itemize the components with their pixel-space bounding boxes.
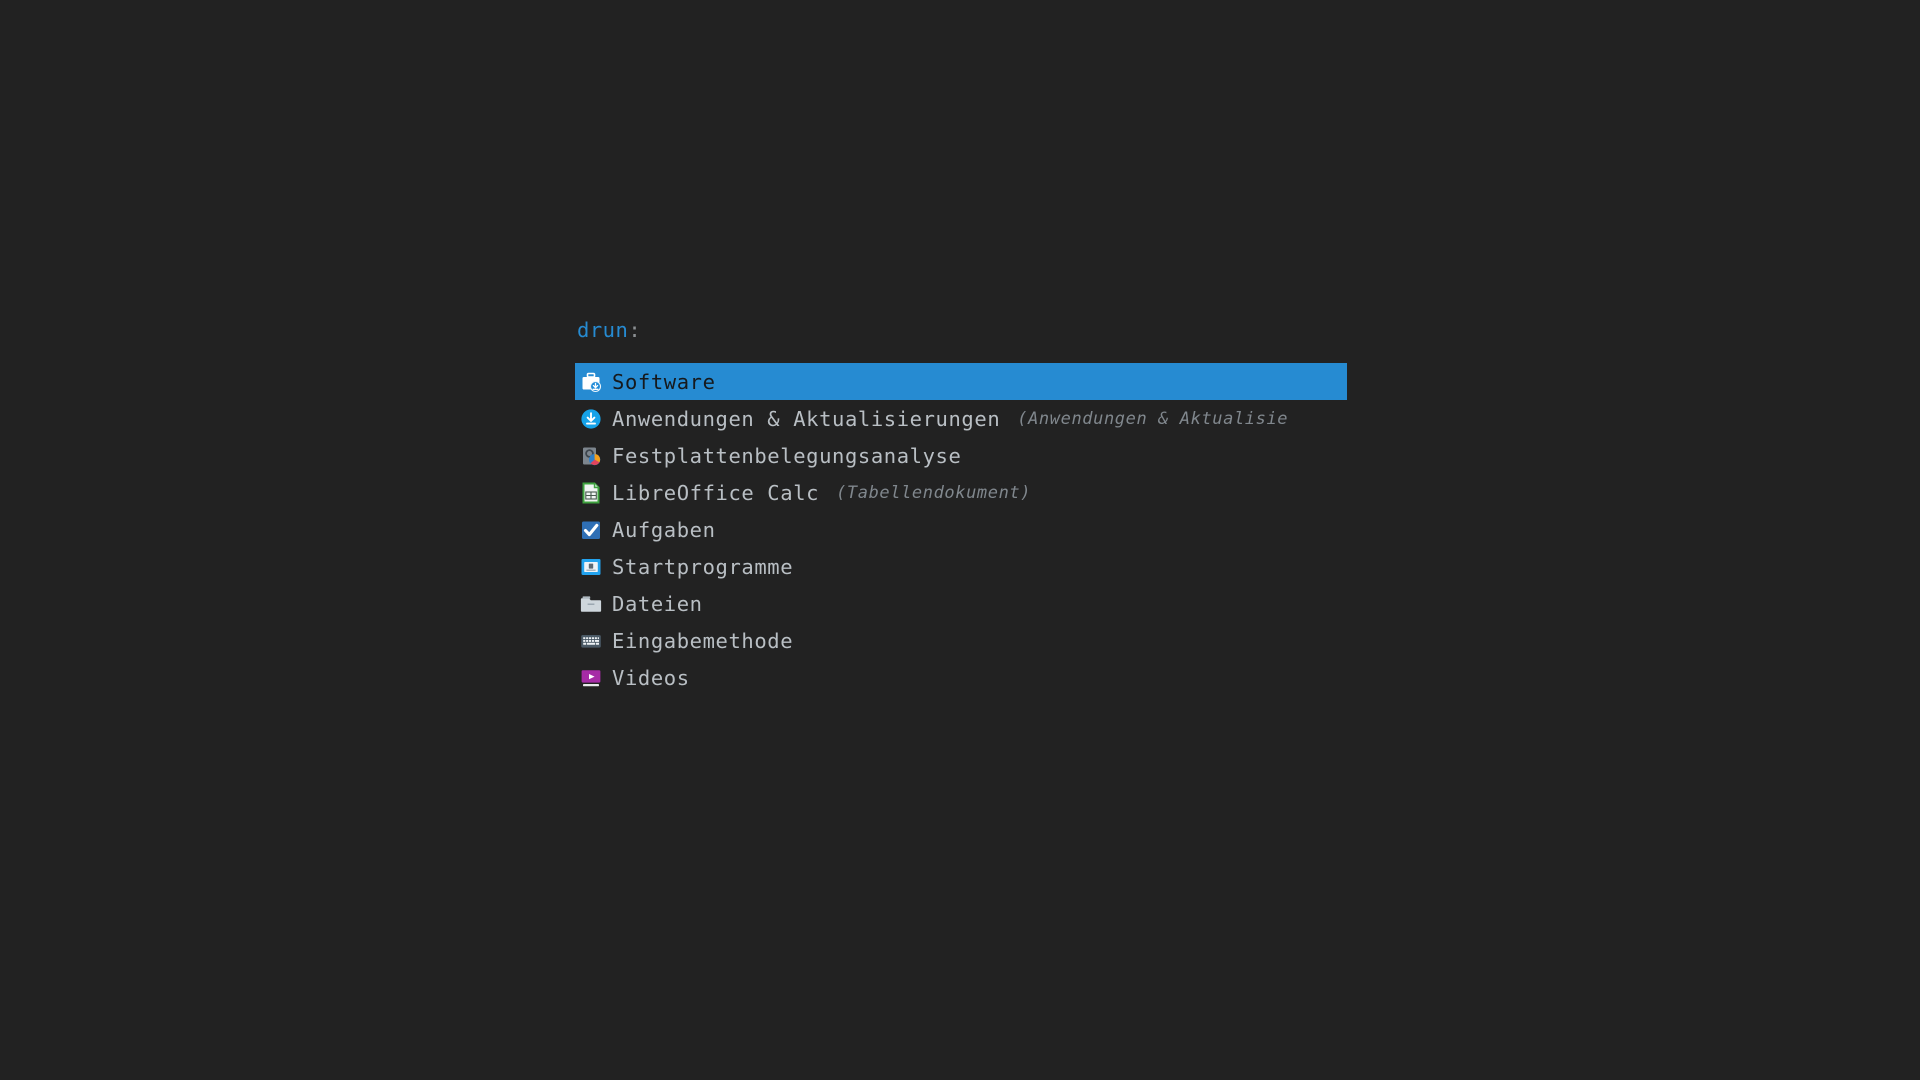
result-label: Eingabemethode — [612, 628, 794, 653]
result-row-anwendungen-aktualisierungen[interactable]: Anwendungen & Aktualisierungen (Anwendun… — [575, 400, 1347, 437]
result-label: Dateien — [612, 591, 703, 616]
result-comment: (Tabellendokument) — [836, 482, 1032, 503]
result-label: Festplattenbelegungsanalyse — [612, 443, 962, 468]
result-row-videos[interactable]: Videos — [575, 659, 1347, 696]
result-row-eingabemethode[interactable]: Eingabemethode — [575, 622, 1347, 659]
tasks-checkbox-icon — [580, 519, 602, 541]
result-row-festplattenbelegungsanalyse[interactable]: Festplattenbelegungsanalyse — [575, 437, 1347, 474]
result-label: Startprogramme — [612, 554, 794, 579]
result-label: Videos — [612, 665, 690, 690]
libreoffice-calc-icon — [580, 482, 602, 504]
drun-launcher-window: drun : Software Anwendungen & Aktualisie… — [575, 318, 1347, 696]
folder-files-icon — [580, 593, 602, 615]
keyboard-input-method-icon — [580, 630, 602, 652]
videos-player-icon — [580, 667, 602, 689]
result-label: LibreOffice Calc — [612, 480, 820, 505]
result-row-software[interactable]: Software — [575, 363, 1347, 400]
result-row-dateien[interactable]: Dateien — [575, 585, 1347, 622]
result-row-aufgaben[interactable]: Aufgaben — [575, 511, 1347, 548]
startup-applications-icon — [580, 556, 602, 578]
result-label: Aufgaben — [612, 517, 716, 542]
result-label: Software — [612, 369, 716, 394]
prompt-row[interactable]: drun : — [575, 318, 1347, 348]
result-label: Anwendungen & Aktualisierungen — [612, 406, 1001, 431]
result-row-startprogramme[interactable]: Startprogramme — [575, 548, 1347, 585]
result-list: Software Anwendungen & Aktualisierungen … — [575, 363, 1347, 696]
prompt-mode-label: drun — [577, 318, 629, 342]
prompt-separator: : — [628, 318, 642, 342]
result-comment: (Anwendungen & Aktualisierun… — [1017, 408, 1288, 429]
disk-usage-analyzer-icon — [580, 445, 602, 467]
software-store-icon — [580, 371, 602, 393]
software-updates-icon — [580, 408, 602, 430]
result-row-libreoffice-calc[interactable]: LibreOffice Calc (Tabellendokument) — [575, 474, 1347, 511]
